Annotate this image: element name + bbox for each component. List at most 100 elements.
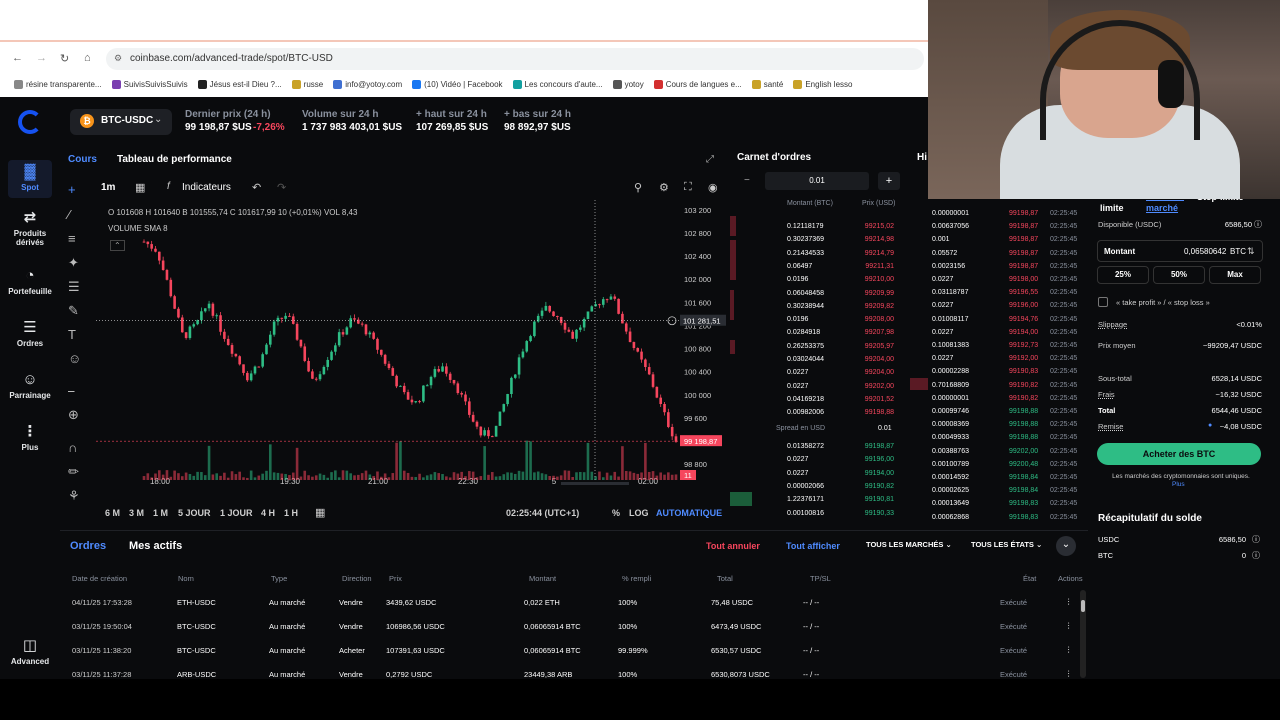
crosshair-tool-icon[interactable]: + <box>68 182 76 197</box>
emoji-tool-icon[interactable]: ☺ <box>68 351 81 366</box>
auto-toggle[interactable]: AUTOMATIQUE <box>656 508 722 518</box>
sidebar-item-plus[interactable]: ⋮ Plus <box>0 424 60 453</box>
range-1m[interactable]: 1 M <box>153 508 168 518</box>
states-filter[interactable]: TOUS LES ÉTATS ⌄ <box>965 537 1048 555</box>
ob-ask-row[interactable]: 0.26253375 99205,97 <box>730 340 908 353</box>
bookmark-item[interactable]: info@yotoy.com <box>333 76 402 92</box>
bookmark-item[interactable]: Cours de langues e... <box>653 76 742 92</box>
brush-tool-icon[interactable]: ✎ <box>68 303 79 319</box>
bookmark-item[interactable]: Les concours d'aute... <box>512 76 603 92</box>
coinbase-logo[interactable] <box>18 110 42 134</box>
ob-ask-row[interactable]: 0.0227 99202,00 <box>730 380 908 393</box>
collapse-legend-icon[interactable]: ⌃ <box>110 240 125 251</box>
ob-ask-row[interactable]: 0.30237369 99214,98 <box>730 233 908 246</box>
sidebar-item-parrainage[interactable]: ☺ Parrainage <box>0 372 60 401</box>
ob-bid-row[interactable]: 0.00100816 99190,33 <box>730 507 908 520</box>
ob-ask-row[interactable]: 0.00982006 99198,88 <box>730 406 908 419</box>
more-actions-icon[interactable]: ⋮ <box>1065 645 1073 654</box>
aggregation-size[interactable]: 0.01 <box>765 172 869 190</box>
bookmark-item[interactable]: santé <box>751 76 783 92</box>
ob-ask-row[interactable]: 0.0284918 99207,98 <box>730 326 908 339</box>
range-1jour[interactable]: 1 JOUR <box>220 508 253 518</box>
ob-ask-row[interactable]: 0.12118179 99215,02 <box>730 220 908 233</box>
back-icon[interactable]: ← <box>12 52 23 64</box>
rebate-label[interactable]: Remise <box>1098 422 1123 431</box>
ob-ask-row[interactable]: 0.06497 99211,31 <box>730 260 908 273</box>
ob-bid-row[interactable]: 1.22376171 99190,81 <box>730 493 908 506</box>
ob-ask-row[interactable]: 0.03024044 99204,00 <box>730 353 908 366</box>
price-chart[interactable]: 103 200 102 800 102 400 102 000 101 600 101 2… <box>96 200 728 485</box>
camera-icon[interactable]: ◉ <box>708 181 718 194</box>
pct-50-button[interactable]: 50% <box>1153 266 1205 284</box>
fees-label[interactable]: Frais <box>1098 390 1115 399</box>
range-1h[interactable]: 1 H <box>284 508 298 518</box>
bookmark-item[interactable]: Jésus est-il Dieu ?... <box>197 76 282 92</box>
lock-tool-icon[interactable]: ⚘ <box>68 488 80 504</box>
ob-ask-row[interactable]: 0.04169218 99201,52 <box>730 393 908 406</box>
range-5jour[interactable]: 5 JOUR <box>178 508 211 518</box>
orders-scroll-thumb[interactable] <box>1081 600 1085 612</box>
more-actions-icon[interactable]: ⋮ <box>1065 669 1073 678</box>
tpsl-checkbox[interactable] <box>1098 297 1108 307</box>
sidebar-item-portefeuille[interactable]: ◔ Portefeuille <box>0 268 60 297</box>
pct-25-button[interactable]: 25% <box>1097 266 1149 284</box>
site-info-icon[interactable]: ⚙ <box>114 53 122 64</box>
range-4h[interactable]: 4 H <box>261 508 275 518</box>
slippage-label[interactable]: Slippage <box>1098 320 1127 329</box>
forward-icon[interactable]: → <box>36 52 47 64</box>
hlines-tool-icon[interactable]: ≡ <box>68 231 76 246</box>
fullscreen-icon[interactable]: ⛶ <box>684 181 692 194</box>
undo-icon[interactable]: ↶ <box>252 181 261 194</box>
zoom-tool-icon[interactable]: ⊕ <box>68 407 79 423</box>
reload-icon[interactable]: ↻ <box>60 52 69 65</box>
tab-assets[interactable]: Mes actifs <box>129 540 182 552</box>
calendar-icon[interactable]: ▦ <box>315 506 325 519</box>
buy-btc-button[interactable]: Acheter des BTC <box>1097 443 1261 465</box>
ruler-tool-icon[interactable]: ⎯ <box>68 383 75 399</box>
sidebar-item-produits-d-riv-s[interactable]: ⇄ Produits dérivés <box>0 210 60 248</box>
more-actions-icon[interactable]: ⋮ <box>1065 597 1073 606</box>
url-text[interactable]: coinbase.com/advanced-trade/spot/BTC-USD <box>130 53 333 64</box>
sidebar-item-ordres[interactable]: ☰ Ordres <box>0 320 60 349</box>
bookmark-item[interactable]: russe <box>291 76 323 92</box>
home-icon[interactable]: ⌂ <box>84 52 91 64</box>
bookmark-item[interactable]: (10) Vidéo | Facebook <box>412 76 503 92</box>
percent-toggle[interactable]: % <box>612 508 620 518</box>
interval-select[interactable]: 1m <box>101 182 115 193</box>
sidebar-item-advanced[interactable]: ◫ Advanced <box>0 638 60 667</box>
trendline-tool-icon[interactable]: ∕ <box>68 207 70 222</box>
ob-ask-row[interactable]: 0.30238944 99209,82 <box>730 300 908 313</box>
bookmark-item[interactable]: English lesso <box>793 76 852 92</box>
ob-ask-row[interactable]: 0.0196 99210,00 <box>730 273 908 286</box>
indicators-button[interactable]: Indicateurs <box>182 182 231 193</box>
bookmark-item[interactable]: yotoy <box>612 76 644 92</box>
magnet-tool-icon[interactable]: ∩ <box>68 440 77 455</box>
markets-filter[interactable]: TOUS LES MARCHÉS ⌄ <box>860 537 958 555</box>
bookmark-item[interactable]: résine transparente... <box>14 76 102 92</box>
amount-value[interactable]: 0,06580642 <box>1184 247 1226 256</box>
expand-icon[interactable]: ⤢ <box>706 154 714 165</box>
settings-icon[interactable]: ⚙ <box>659 181 669 194</box>
magnifier-icon[interactable]: ⚲ <box>634 181 642 194</box>
bookmark-item[interactable]: SuivisSuivisSuivis <box>111 76 188 92</box>
more-actions-icon[interactable]: ⋮ <box>1065 621 1073 630</box>
minus-icon[interactable]: − <box>744 175 750 186</box>
ob-bid-row[interactable]: 0.0227 99196,00 <box>730 453 908 466</box>
tab-orders[interactable]: Ordres <box>70 540 106 552</box>
show-all-button[interactable]: Tout afficher <box>786 541 840 551</box>
cancel-all-button[interactable]: Tout annuler <box>706 541 760 551</box>
text-tool-icon[interactable]: T <box>68 327 76 342</box>
swap-icon[interactable]: ⇅ <box>1247 246 1255 257</box>
pct-max-button[interactable]: Max <box>1209 266 1261 284</box>
plus-icon[interactable]: + <box>878 172 900 190</box>
candle-type-icon[interactable]: ▦ <box>135 181 145 194</box>
range-3m[interactable]: 3 M <box>129 508 144 518</box>
ob-ask-row[interactable]: 0.0196 99208,00 <box>730 313 908 326</box>
tab-cours[interactable]: Cours <box>68 154 97 165</box>
log-toggle[interactable]: LOG <box>629 508 649 518</box>
ob-bid-row[interactable]: 0.01358272 99198,87 <box>730 440 908 453</box>
ob-ask-row[interactable]: 0.21434533 99214,79 <box>730 247 908 260</box>
redo-icon[interactable]: ↷ <box>277 181 286 194</box>
fib-tool-icon[interactable]: ☰ <box>68 279 80 295</box>
sidebar-item-spot[interactable]: ▓ Spot <box>0 164 60 193</box>
